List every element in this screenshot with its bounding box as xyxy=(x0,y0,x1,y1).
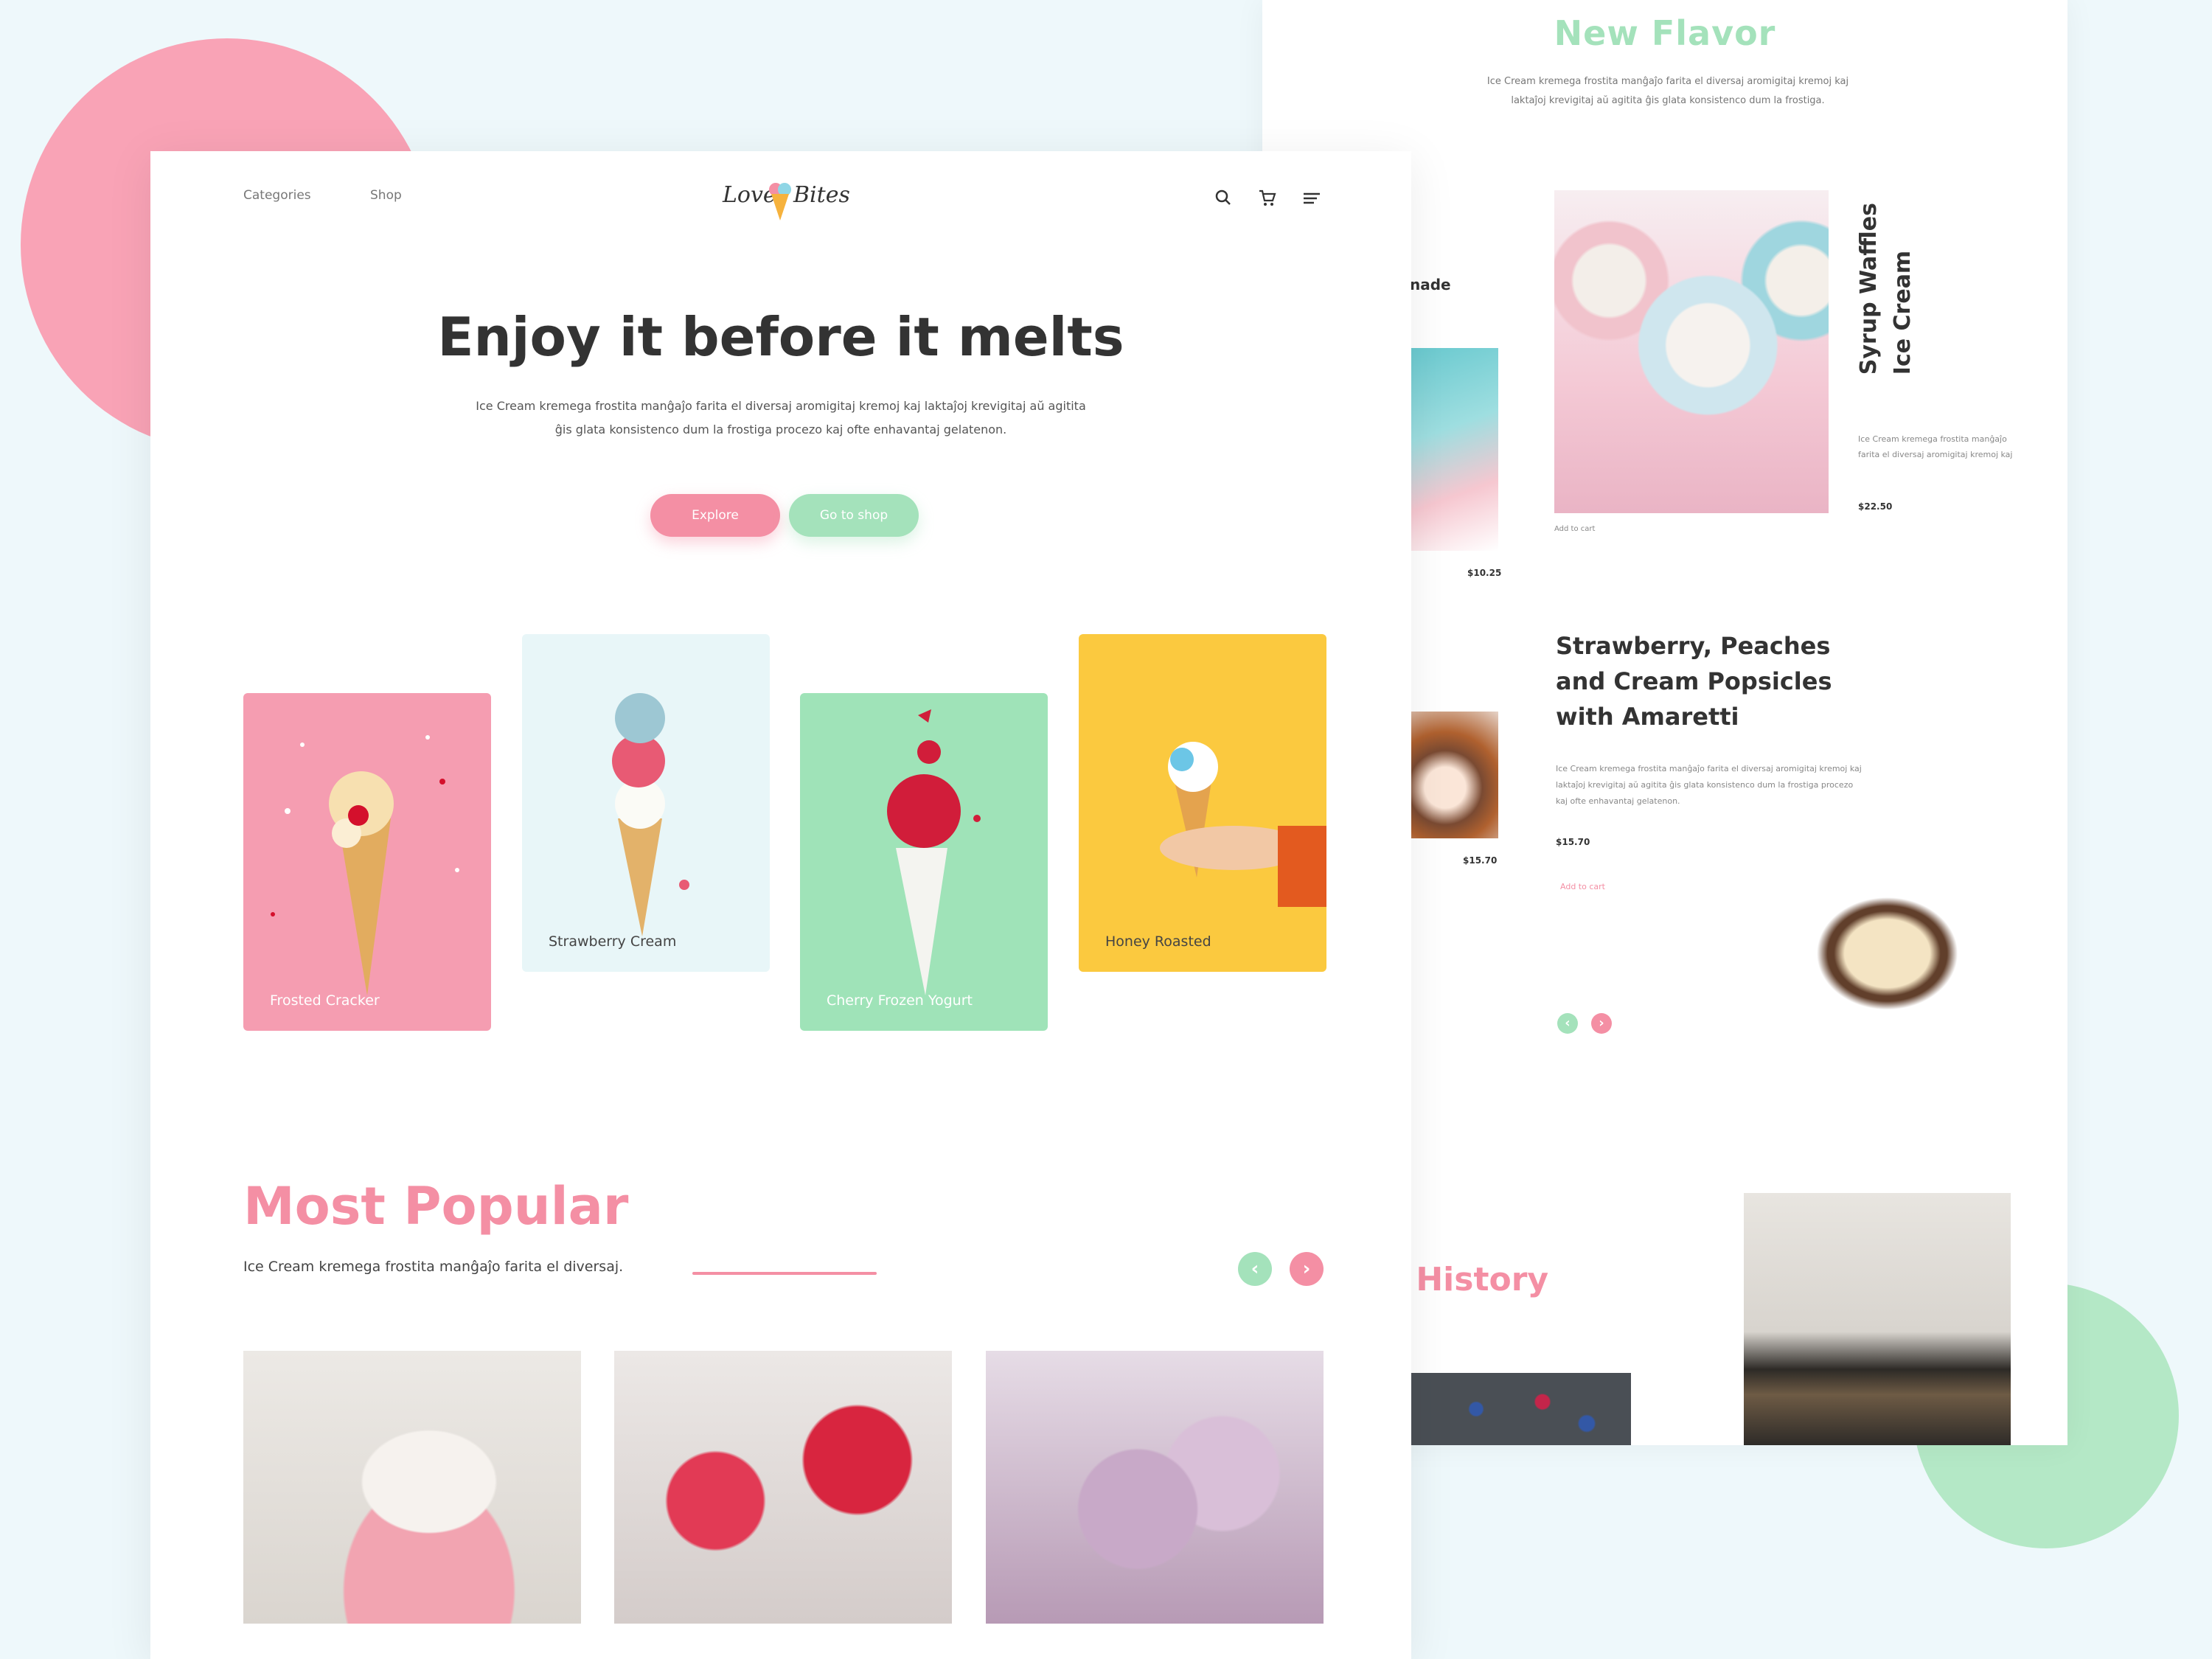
search-icon[interactable] xyxy=(1212,187,1234,209)
main-page: Categories Shop Love Bites Enjoy it befo… xyxy=(150,151,1411,1659)
menu-icon[interactable] xyxy=(1301,187,1323,209)
syrup-waffles-title-line2: Ice Cream xyxy=(1890,250,1916,375)
hero-title: Enjoy it before it melts xyxy=(437,306,1124,368)
new-flavor-description: Ice Cream kremega frostita manĝaĵo farit… xyxy=(1486,76,1849,106)
flavor-prev-button[interactable]: ‹ xyxy=(1557,1013,1578,1034)
category-card-frosted-cracker[interactable]: Frosted Cracker xyxy=(243,693,491,1031)
popular-product-image[interactable] xyxy=(614,1351,952,1624)
syrup-waffles-description: Ice Cream kremega frostita manĝaĵo farit… xyxy=(1858,434,2013,459)
category-label: Cherry Frozen Yogurt xyxy=(827,992,973,1009)
ice-cream-cone-icon xyxy=(769,183,791,220)
peek-product-image[interactable] xyxy=(1410,348,1498,551)
ice-cream-cone-image xyxy=(1160,742,1326,907)
syrup-waffles-add-to-cart[interactable]: Add to cart xyxy=(1554,525,1595,533)
popsicles-description: Ice Cream kremega frostita manĝaĵo farit… xyxy=(1556,764,1862,806)
ice-cream-cone-image xyxy=(887,709,981,995)
hero-description: Ice Cream kremega frostita manĝaĵo farit… xyxy=(476,399,1086,437)
explore-button[interactable]: Explore xyxy=(650,494,780,537)
peek-product-image-2[interactable] xyxy=(1410,712,1498,838)
new-flavor-title: New Flavor xyxy=(1554,13,1776,53)
logo-text-right: Bites xyxy=(793,182,850,208)
ice-cream-cone-image xyxy=(271,735,459,995)
category-label: Frosted Cracker xyxy=(270,992,380,1009)
popular-product-image[interactable] xyxy=(986,1351,1324,1624)
popsicles-add-to-cart[interactable]: Add to cart xyxy=(1560,882,1605,891)
nav-shop[interactable]: Shop xyxy=(370,188,402,203)
popsicles-image[interactable] xyxy=(1736,833,2011,1034)
go-to-shop-button[interactable]: Go to shop xyxy=(789,494,919,537)
popular-product-image[interactable] xyxy=(243,1351,581,1624)
logo[interactable]: Love Bites xyxy=(723,173,850,225)
most-popular-description: Ice Cream kremega frostita manĝaĵo farit… xyxy=(243,1259,624,1275)
history-image-2 xyxy=(1744,1193,2011,1445)
syrup-waffles-image[interactable] xyxy=(1554,190,1829,513)
popular-next-button[interactable]: › xyxy=(1290,1252,1324,1286)
ice-cream-cone-image xyxy=(612,693,689,936)
category-card-strawberry-cream[interactable]: Strawberry Cream xyxy=(522,634,770,972)
nav-categories[interactable]: Categories xyxy=(243,188,311,203)
syrup-waffles-title: Syrup Waffles Ice Cream xyxy=(1852,203,1920,375)
syrup-waffles-price: $22.50 xyxy=(1858,501,1893,512)
flavor-next-button[interactable]: › xyxy=(1591,1013,1612,1034)
most-popular-title: Most Popular xyxy=(243,1176,629,1237)
popsicles-price: $15.70 xyxy=(1556,837,1590,847)
category-label: Honey Roasted xyxy=(1105,933,1211,950)
peek-product-label: nade xyxy=(1410,276,1451,293)
category-label: Strawberry Cream xyxy=(549,933,677,950)
syrup-waffles-title-line1: Syrup Waffles xyxy=(1856,203,1882,375)
peek-price-2: $15.70 xyxy=(1463,855,1498,866)
peek-price-1: $10.25 xyxy=(1467,568,1502,578)
category-card-cherry-frozen-yogurt[interactable]: Cherry Frozen Yogurt xyxy=(800,693,1048,1031)
popsicles-title: Strawberry, Peaches and Cream Popsicles … xyxy=(1556,632,1832,731)
popular-prev-button[interactable]: ‹ xyxy=(1238,1252,1272,1286)
history-image-1 xyxy=(1410,1373,1631,1445)
cart-icon[interactable] xyxy=(1256,187,1279,209)
section-divider xyxy=(692,1272,877,1275)
category-card-honey-roasted[interactable]: Honey Roasted xyxy=(1079,634,1326,972)
